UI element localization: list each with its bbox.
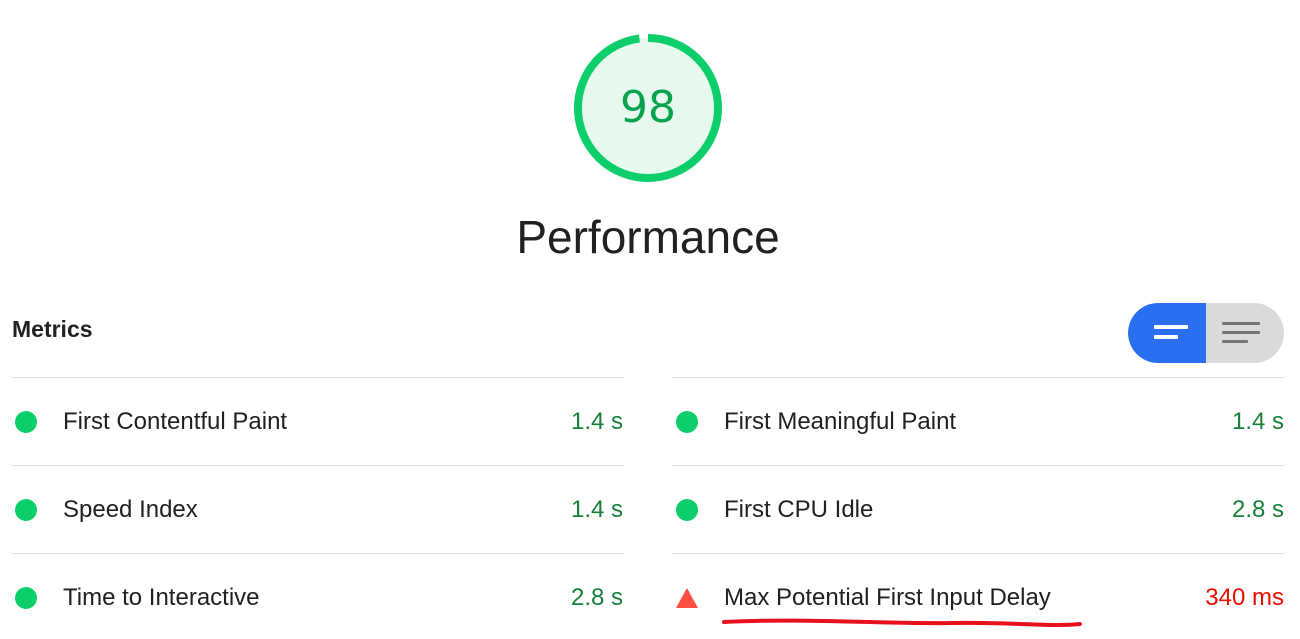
metrics-column-left: First Contentful Paint 1.4 s Speed Index…	[12, 377, 623, 639]
metric-row: Speed Index 1.4 s	[12, 465, 623, 553]
fail-triangle-icon	[676, 587, 698, 609]
metric-label: First Meaningful Paint	[724, 408, 957, 435]
metrics-header: Metrics	[12, 316, 93, 342]
list-expanded-icon	[1222, 322, 1260, 343]
metrics-column-right: First Meaningful Paint 1.4 s First CPU I…	[673, 377, 1284, 639]
gauge-title: Performance	[516, 211, 780, 263]
lighthouse-report: 98 Performance Metrics First Contentful …	[0, 0, 1300, 639]
metric-label: Time to Interactive	[63, 584, 260, 611]
red-underline-annotation	[722, 618, 1082, 627]
pass-indicator-icon	[676, 411, 698, 433]
metric-label: Max Potential First Input Delay	[724, 584, 1051, 611]
metric-row: Time to Interactive 2.8 s	[12, 553, 623, 639]
pass-indicator-icon	[15, 587, 37, 609]
metric-label: First CPU Idle	[724, 496, 874, 523]
pass-indicator-icon	[15, 499, 37, 521]
metrics-view-toggle[interactable]	[1128, 303, 1284, 363]
metric-row: Max Potential First Input Delay 340 ms	[673, 553, 1284, 639]
metric-row: First CPU Idle 2.8 s	[673, 465, 1284, 553]
metric-label: Speed Index	[63, 496, 198, 523]
metric-value: 1.4 s	[570, 408, 623, 435]
metric-row: First Contentful Paint 1.4 s	[12, 377, 623, 465]
expanded-view-button[interactable]	[1206, 303, 1284, 363]
performance-gauge[interactable]: 98	[570, 30, 726, 186]
metric-value: 1.4 s	[1231, 408, 1284, 435]
metric-value: 1.4 s	[570, 496, 623, 523]
metric-value: 2.8 s	[1231, 496, 1284, 523]
performance-score: 98	[620, 82, 676, 133]
list-compact-icon	[1154, 325, 1188, 339]
metric-row: First Meaningful Paint 1.4 s	[673, 377, 1284, 465]
pass-indicator-icon	[15, 411, 37, 433]
metric-value: 2.8 s	[570, 584, 623, 611]
metric-value: 340 ms	[1205, 584, 1284, 611]
pass-indicator-icon	[676, 499, 698, 521]
metric-label: First Contentful Paint	[63, 408, 288, 435]
compact-view-button[interactable]	[1128, 303, 1206, 363]
